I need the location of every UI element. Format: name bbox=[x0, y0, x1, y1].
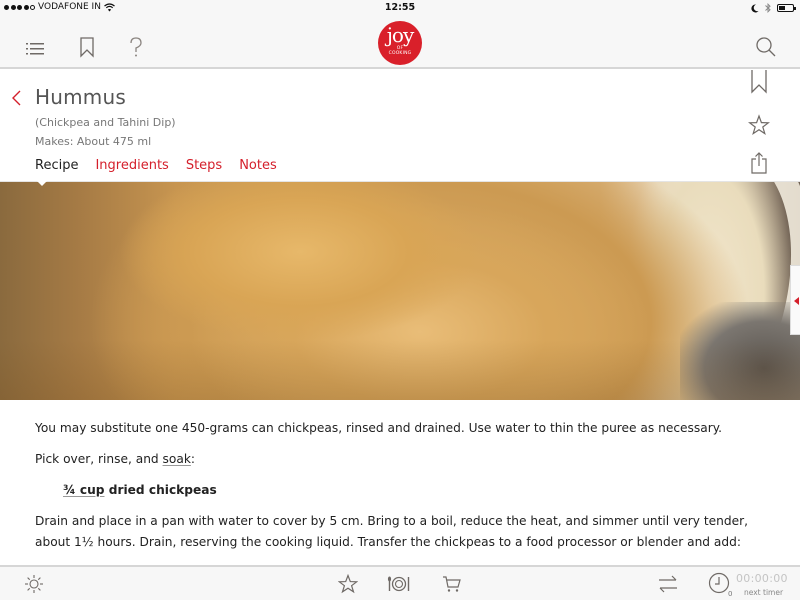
logo-main: joy bbox=[386, 23, 415, 47]
timer-count: 0 bbox=[728, 590, 733, 598]
bluetooth-icon bbox=[765, 3, 771, 13]
status-time: 12:55 bbox=[384, 2, 416, 13]
favorite-star-icon[interactable] bbox=[748, 113, 770, 137]
photo-shade bbox=[0, 340, 800, 400]
recipe-photo bbox=[0, 182, 800, 400]
status-right bbox=[751, 3, 796, 13]
recipe-content: You may substitute one 450-grams can chi… bbox=[35, 418, 765, 563]
tab-steps[interactable]: Steps bbox=[186, 158, 222, 173]
bottom-toolbar: 0 00:00:00 next timer bbox=[0, 565, 800, 600]
search-icon[interactable] bbox=[755, 36, 777, 58]
logo-sub2: COOKING bbox=[388, 51, 412, 56]
step-text-suffix: : bbox=[190, 452, 195, 466]
bookmark-icon[interactable] bbox=[76, 36, 98, 58]
recipe-subtitle: (Chickpea and Tahini Dip) bbox=[35, 116, 176, 129]
question-icon[interactable] bbox=[125, 36, 147, 58]
ingredient-line: ¾ cup dried chickpeas bbox=[63, 480, 765, 501]
joy-of-cooking-logo[interactable]: joy OF COOKING bbox=[378, 21, 422, 65]
clock-icon[interactable] bbox=[708, 572, 730, 594]
active-tab-pointer bbox=[36, 180, 48, 186]
sun-icon[interactable] bbox=[24, 574, 44, 594]
recipe-yield: Makes: About 475 ml bbox=[35, 135, 152, 148]
back-chevron-icon[interactable] bbox=[10, 89, 24, 107]
list-icon[interactable] bbox=[24, 38, 46, 60]
side-drawer-handle[interactable] bbox=[790, 265, 800, 335]
timer-value[interactable]: 00:00:00 bbox=[736, 572, 788, 585]
drawer-arrow-icon bbox=[794, 297, 799, 305]
recipe-note: You may substitute one 450-grams can chi… bbox=[35, 421, 723, 435]
tab-recipe[interactable]: Recipe bbox=[35, 158, 78, 173]
recipe-header: Hummus (Chickpea and Tahini Dip) Makes: … bbox=[0, 70, 800, 186]
battery-icon bbox=[777, 4, 796, 12]
soak-link[interactable]: soak bbox=[163, 452, 191, 466]
cart-icon[interactable] bbox=[442, 574, 462, 594]
app-header: joy OF COOKING bbox=[0, 16, 800, 69]
share-icon[interactable] bbox=[748, 151, 770, 175]
ingredient-quantity-link[interactable]: ¾ cup bbox=[63, 483, 104, 497]
timer-label: next timer bbox=[744, 588, 784, 597]
ingredient-name: dried chickpeas bbox=[104, 483, 217, 497]
star-icon[interactable] bbox=[338, 574, 358, 594]
plate-cutlery-icon[interactable] bbox=[387, 574, 411, 594]
moon-icon bbox=[751, 3, 759, 12]
recipe-tabs: Recipe Ingredients Steps Notes bbox=[35, 158, 277, 173]
step-text: Pick over, rinse, and bbox=[35, 452, 163, 466]
app-screen: VODAFONE IN 12:55 joy OF COOKING Hummus … bbox=[0, 0, 800, 600]
recipe-step: Drain and place in a pan with water to c… bbox=[35, 514, 748, 549]
bookmark-recipe-icon[interactable] bbox=[748, 70, 770, 94]
swap-arrows-icon[interactable] bbox=[657, 574, 679, 594]
tab-notes[interactable]: Notes bbox=[239, 158, 277, 173]
tab-ingredients[interactable]: Ingredients bbox=[95, 158, 168, 173]
recipe-title: Hummus bbox=[35, 85, 126, 109]
status-bar: VODAFONE IN 12:55 bbox=[0, 0, 800, 16]
recipe-step: Pick over, rinse, and soak: bbox=[35, 449, 765, 470]
